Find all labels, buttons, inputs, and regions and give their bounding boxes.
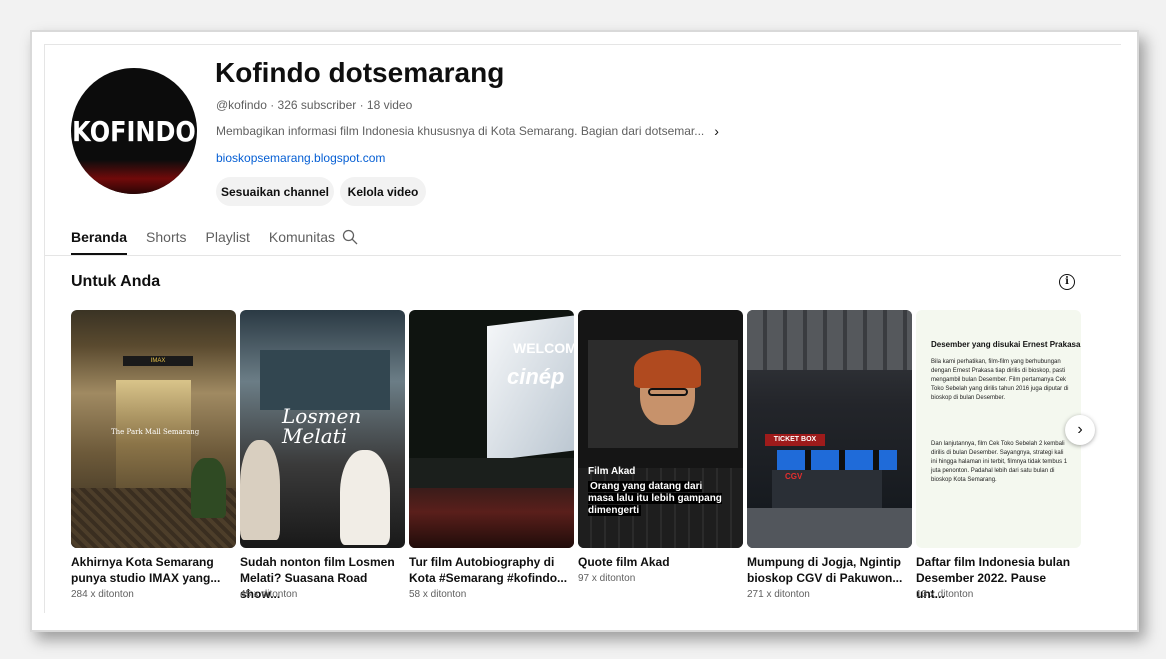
- tabs-divider: [45, 255, 1121, 256]
- channel-description[interactable]: Membagikan informasi film Indonesia khus…: [216, 123, 719, 139]
- video-title[interactable]: Quote film Akad: [578, 554, 738, 570]
- thumbnail-watermark: The Park Mall Semarang: [111, 428, 200, 436]
- helmet-graphic: [634, 350, 701, 388]
- search-icon[interactable]: [342, 229, 358, 245]
- section-title: Untuk Anda: [71, 273, 161, 290]
- video-card[interactable]: Desember yang disukai Ernest Prakasa Bil…: [916, 310, 1081, 601]
- video-thumbnail[interactable]: Desember yang disukai Ernest Prakasa Bil…: [916, 310, 1081, 548]
- channel-description-text: Membagikan informasi film Indonesia khus…: [216, 124, 705, 138]
- video-card[interactable]: Losmen Melati Sudah nonton film Losmen M…: [240, 310, 405, 601]
- info-icon[interactable]: i: [1059, 274, 1075, 290]
- video-thumbnail[interactable]: IMAX The Park Mall Semarang: [71, 310, 236, 548]
- video-thumbnail[interactable]: Losmen Melati: [240, 310, 405, 548]
- video-views: 284 x ditonton: [71, 589, 134, 600]
- screens-graphic: [777, 450, 897, 470]
- video-card[interactable]: Film Akad Orang yang datang dari masa la…: [578, 310, 743, 584]
- thumbnail-paragraph: Dan lanjutannya, film Cek Toko Sebelah 2…: [931, 441, 1068, 483]
- thumbnail-caption-quote: Orang yang datang dari masa lalu itu leb…: [588, 481, 728, 517]
- tab-shorts[interactable]: Shorts: [146, 227, 186, 255]
- channel-page: KOFINDO Kofindo dotsemarang @kofindo · 3…: [44, 44, 1121, 613]
- video-thumbnail[interactable]: WELCOM cinép: [409, 310, 574, 548]
- thumbnail-welcome-text: WELCOM: [513, 340, 574, 356]
- video-thumbnail[interactable]: TICKET BOX CGV: [747, 310, 912, 548]
- screen-graphic: [260, 350, 390, 410]
- thumbnail-script-text: Losmen Melati: [282, 404, 362, 448]
- thumbnail-cinepolis-text: cinép: [507, 364, 565, 389]
- thumbnail-caption-quote-text: Orang yang datang dari masa lalu itu leb…: [588, 481, 722, 516]
- chevron-right-icon[interactable]: ›: [714, 123, 719, 139]
- chevron-right-icon: ›: [1077, 421, 1083, 438]
- channel-avatar[interactable]: KOFINDO: [71, 68, 197, 194]
- video-views: 13 x ditonton: [916, 589, 974, 600]
- tab-playlist[interactable]: Playlist: [206, 227, 250, 255]
- video-views: 97 x ditonton: [578, 573, 636, 584]
- tab-beranda[interactable]: Beranda: [71, 227, 128, 255]
- stage-graphic: [409, 458, 574, 488]
- video-views: 58 x ditonton: [409, 589, 467, 600]
- imax-sign: IMAX: [123, 356, 193, 366]
- video-thumbnail[interactable]: Film Akad Orang yang datang dari masa la…: [578, 310, 743, 548]
- video-views: 271 x ditonton: [747, 589, 810, 600]
- plant-graphic: [191, 458, 226, 518]
- thumbnail-heading: Desember yang disukai Ernest Prakasa: [931, 340, 1081, 349]
- thumbnail-ticket-box-text: TICKET BOX: [765, 434, 825, 446]
- customize-channel-button[interactable]: Sesuaikan channel: [216, 177, 334, 206]
- floor-graphic: [747, 508, 912, 548]
- ceiling-graphic: [747, 310, 912, 370]
- thumbnail-paragraph: Bila kami perhatikan, film-film yang ber…: [931, 359, 1069, 401]
- glasses-graphic: [648, 388, 688, 396]
- thumbnail-caption-title: Film Akad: [588, 466, 636, 477]
- avatar-glow: [71, 160, 197, 194]
- video-title[interactable]: Akhirnya Kota Semarang punya studio IMAX…: [71, 554, 231, 586]
- channel-meta: @kofindo · 326 subscriber · 18 video: [216, 98, 413, 112]
- avatar-logo-text: KOFINDO: [72, 115, 196, 149]
- channel-link[interactable]: bioskopsemarang.blogspot.com: [216, 151, 385, 165]
- seats-graphic: [409, 488, 574, 548]
- channel-tabs: Beranda Shorts Playlist Komunitas: [71, 227, 354, 255]
- video-card[interactable]: TICKET BOX CGV Mumpung di Jogja, Ngintip…: [747, 310, 912, 600]
- video-title[interactable]: Mumpung di Jogja, Ngintip bioskop CGV di…: [747, 554, 907, 586]
- video-card[interactable]: IMAX The Park Mall Semarang Akhirnya Kot…: [71, 310, 236, 600]
- next-arrow-button[interactable]: ›: [1065, 415, 1095, 445]
- video-title[interactable]: Tur film Autobiography di Kota #Semarang…: [409, 554, 569, 586]
- channel-name: Kofindo dotsemarang: [215, 57, 505, 88]
- thumbnail-cgv-text: CGV: [785, 472, 803, 481]
- video-card[interactable]: WELCOM cinép Tur film Autobiography di K…: [409, 310, 574, 600]
- tab-komunitas[interactable]: Komunitas: [269, 227, 335, 255]
- manage-videos-button[interactable]: Kelola video: [340, 177, 426, 206]
- person-graphic: [340, 450, 390, 545]
- person-graphic: [240, 440, 280, 540]
- video-views: 45 x ditonton: [240, 589, 298, 600]
